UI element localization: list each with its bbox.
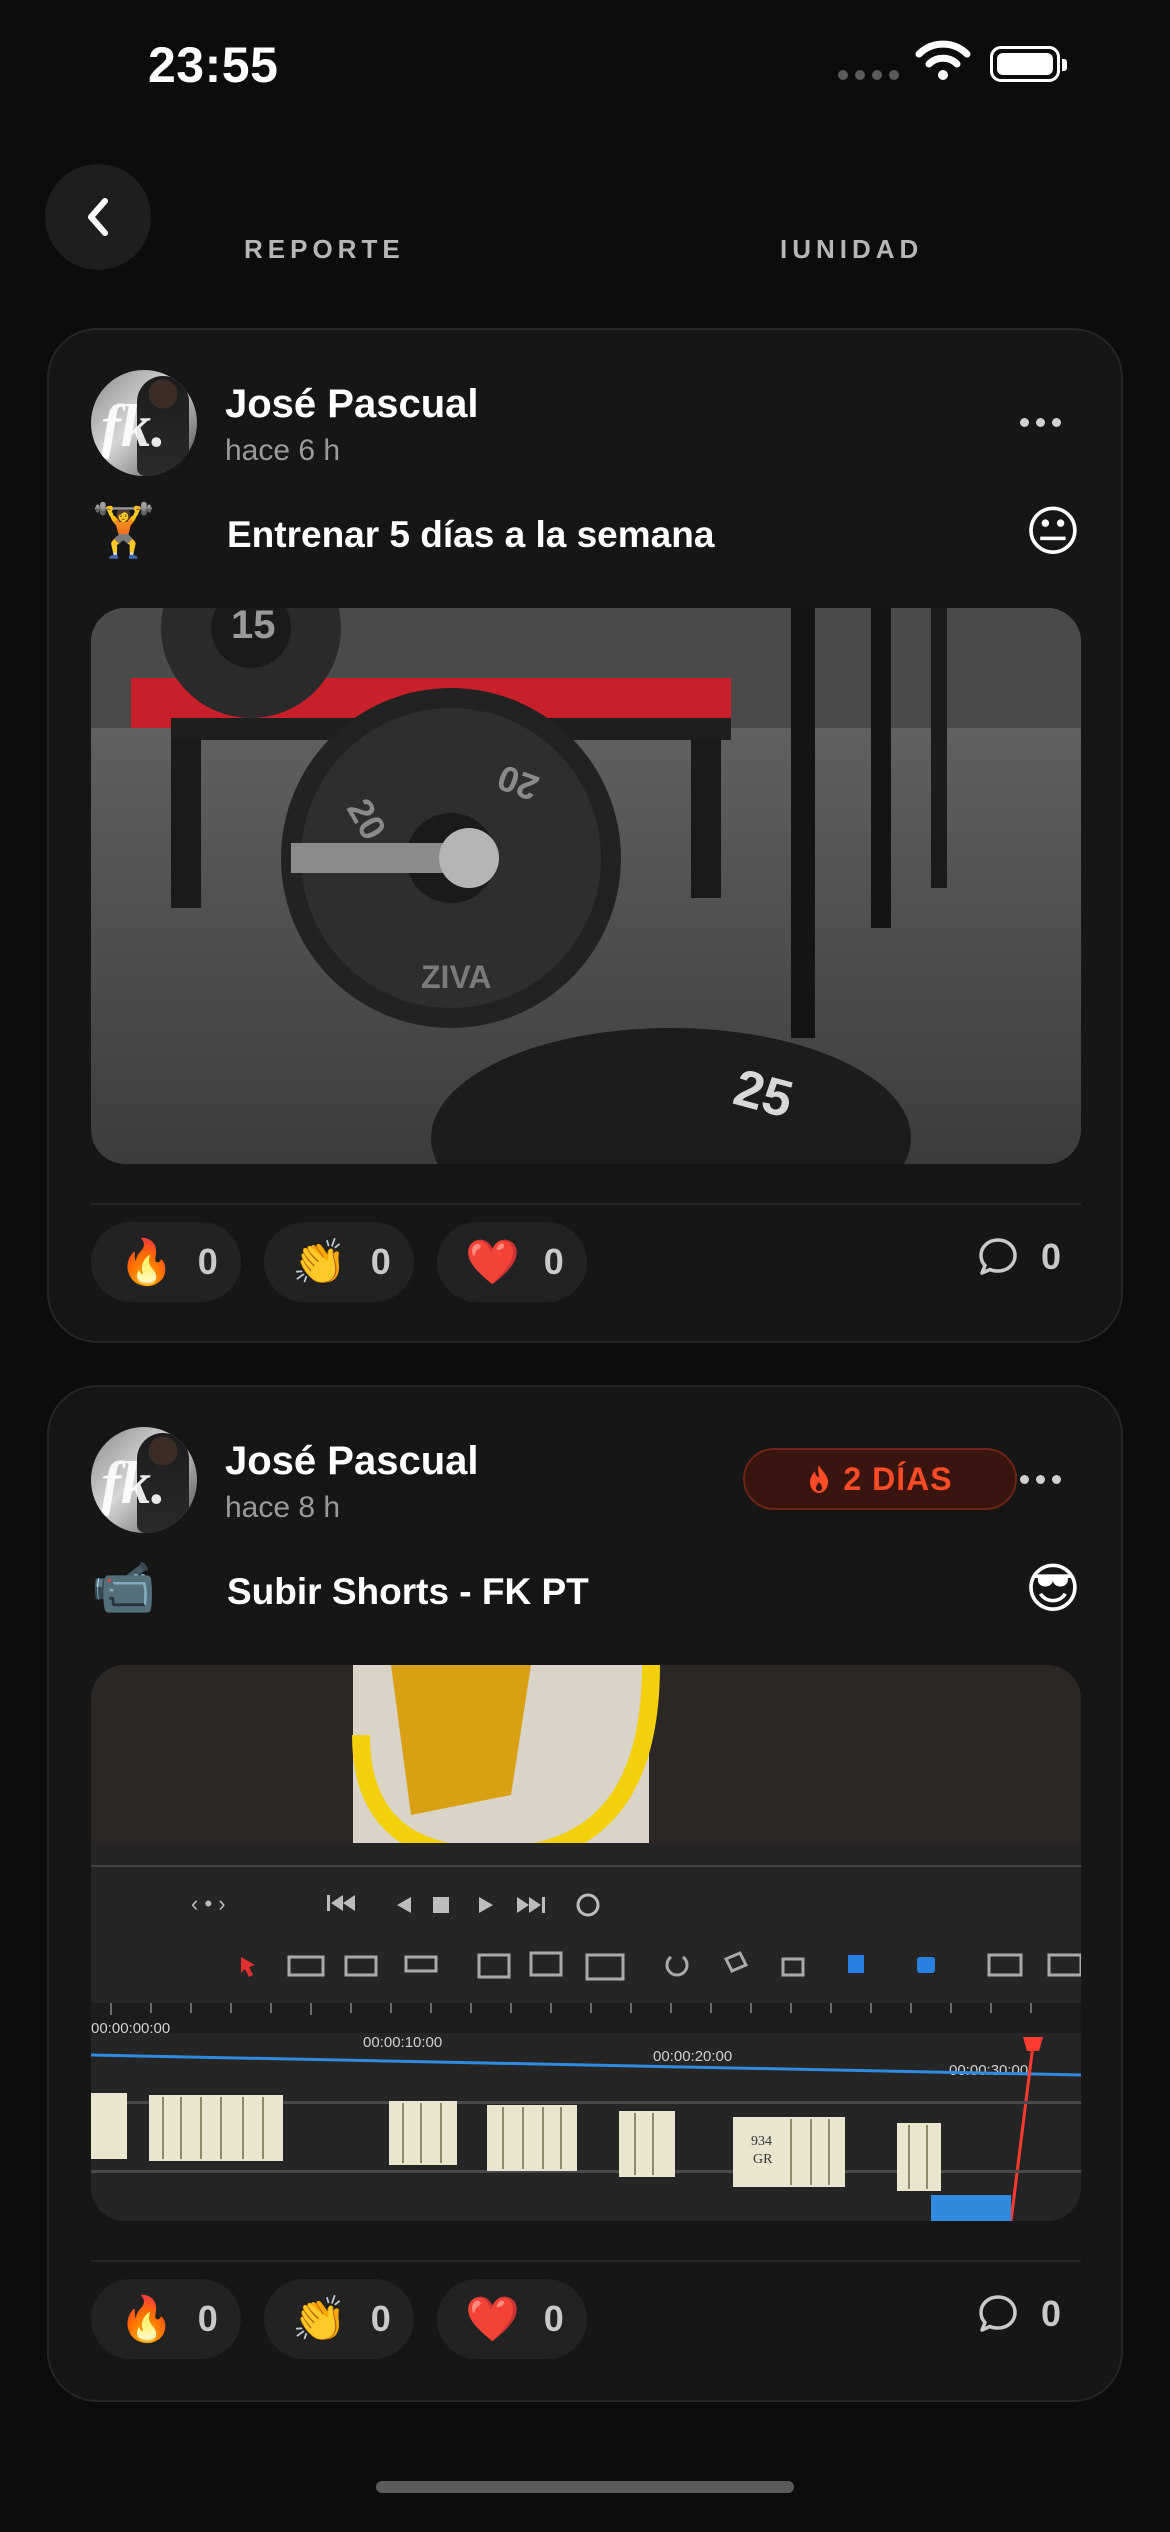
streak-badge: 2 DÍAS [743, 1448, 1017, 1510]
user-name[interactable]: José Pascual [225, 1439, 479, 1484]
battery-icon [990, 46, 1067, 82]
fire-icon: 🔥 [119, 2295, 174, 2344]
goal-title: Subir Shorts - FK PT [227, 1571, 589, 1612]
reaction-count: 0 [197, 1241, 218, 1282]
video-camera-icon: 📹 [91, 1559, 156, 1617]
svg-text:‹ • ›: ‹ • › [191, 1891, 226, 1916]
fire-icon: 🔥 [119, 1238, 174, 1287]
streak-label: 2 DÍAS [843, 1460, 953, 1497]
tab-comunidad[interactable]: IUNIDAD [780, 234, 923, 265]
reaction-fire-button[interactable]: 🔥 0 [91, 2279, 241, 2359]
gym-weights-photo: 15 20 20 ZIVA 25 [91, 608, 1081, 1164]
heart-icon: ❤️ [465, 2295, 520, 2344]
flame-icon [810, 1465, 829, 1493]
reaction-count: 0 [197, 2298, 218, 2339]
status-time: 23:55 [148, 37, 279, 93]
wifi-icon [915, 40, 971, 80]
timecode-label: 00:00:00:00 [91, 2020, 170, 2037]
reaction-clap-button[interactable]: 👏 0 [264, 1222, 414, 1302]
goal-row: 🏋️ Entrenar 5 días a la semana 😐 [91, 500, 1081, 570]
clap-icon: 👏 [292, 1238, 347, 1287]
reaction-heart-button[interactable]: ❤️ 0 [437, 2279, 587, 2359]
timecode-label: 00:00:20:00 [653, 2048, 732, 2065]
cellular-signal-icon [838, 70, 899, 80]
reactions-bar: 🔥 0 👏 0 ❤️ 0 0 [91, 2279, 1081, 2361]
comment-bubble-icon [979, 1238, 1017, 1275]
heart-icon: ❤️ [465, 1238, 520, 1287]
comments-button[interactable]: 0 [977, 2293, 1061, 2335]
timecode-label: 00:00:30:00 [949, 2062, 1028, 2079]
clap-icon: 👏 [292, 2295, 347, 2344]
post-card: fk. José Pascual hace 6 h 🏋️ Entrenar 5 … [47, 328, 1123, 1343]
comment-count: 0 [1040, 1236, 1061, 1277]
video-editor-photo: ‹ • › 00:00:00:00 00:00:10:00 00:00:20:0… [91, 1665, 1081, 2221]
comment-count: 0 [1040, 2293, 1061, 2334]
plate-label: ZIVA [421, 959, 492, 995]
reaction-count: 0 [543, 2298, 564, 2339]
post-time: hace 8 h [225, 1491, 341, 1524]
reaction-count: 0 [543, 1241, 564, 1282]
reactions-bar: 🔥 0 👏 0 ❤️ 0 0 [91, 1222, 1081, 1304]
post-photo[interactable]: ‹ • › 00:00:00:00 00:00:10:00 00:00:20:0… [91, 1665, 1081, 2221]
avatar[interactable]: fk. [91, 1427, 197, 1533]
reaction-fire-button[interactable]: 🔥 0 [91, 1222, 241, 1302]
chevron-left-icon [88, 198, 108, 236]
timecode-label: 00:00:10:00 [363, 2034, 442, 2051]
reaction-count: 0 [370, 2298, 391, 2339]
goal-title: Entrenar 5 días a la semana [227, 514, 715, 555]
post-time: hace 6 h [225, 434, 341, 467]
divider [91, 1203, 1081, 1205]
avatar[interactable]: fk. [91, 370, 197, 476]
goal-row: 📹 Subir Shorts - FK PT 😎 [91, 1557, 1081, 1627]
tab-reportes[interactable]: REPORTE [244, 234, 405, 265]
more-options-button[interactable] [1020, 418, 1061, 427]
mood-emoji: 😐 [1024, 502, 1081, 562]
comments-button[interactable]: 0 [977, 1236, 1061, 1278]
post-card: fk. José Pascual hace 8 h 2 DÍAS 📹 Subir… [47, 1385, 1123, 2402]
post-photo[interactable]: 15 20 20 ZIVA 25 [91, 608, 1081, 1164]
back-button[interactable] [45, 164, 151, 270]
divider [91, 2260, 1081, 2262]
reaction-heart-button[interactable]: ❤️ 0 [437, 1222, 587, 1302]
plate-label: 15 [231, 608, 276, 647]
reaction-clap-button[interactable]: 👏 0 [264, 2279, 414, 2359]
more-options-button[interactable] [1020, 1475, 1061, 1484]
user-name[interactable]: José Pascual [225, 382, 479, 427]
reaction-count: 0 [370, 1241, 391, 1282]
clip-label: GR [753, 2152, 773, 2167]
home-indicator[interactable] [376, 2481, 794, 2493]
weightlifter-icon: 🏋️ [91, 502, 156, 560]
mood-emoji: 😎 [1024, 1559, 1081, 1619]
status-bar: 23:55 [0, 0, 1170, 130]
comment-bubble-icon [979, 2295, 1017, 2332]
clip-label: 934 [751, 2134, 772, 2149]
